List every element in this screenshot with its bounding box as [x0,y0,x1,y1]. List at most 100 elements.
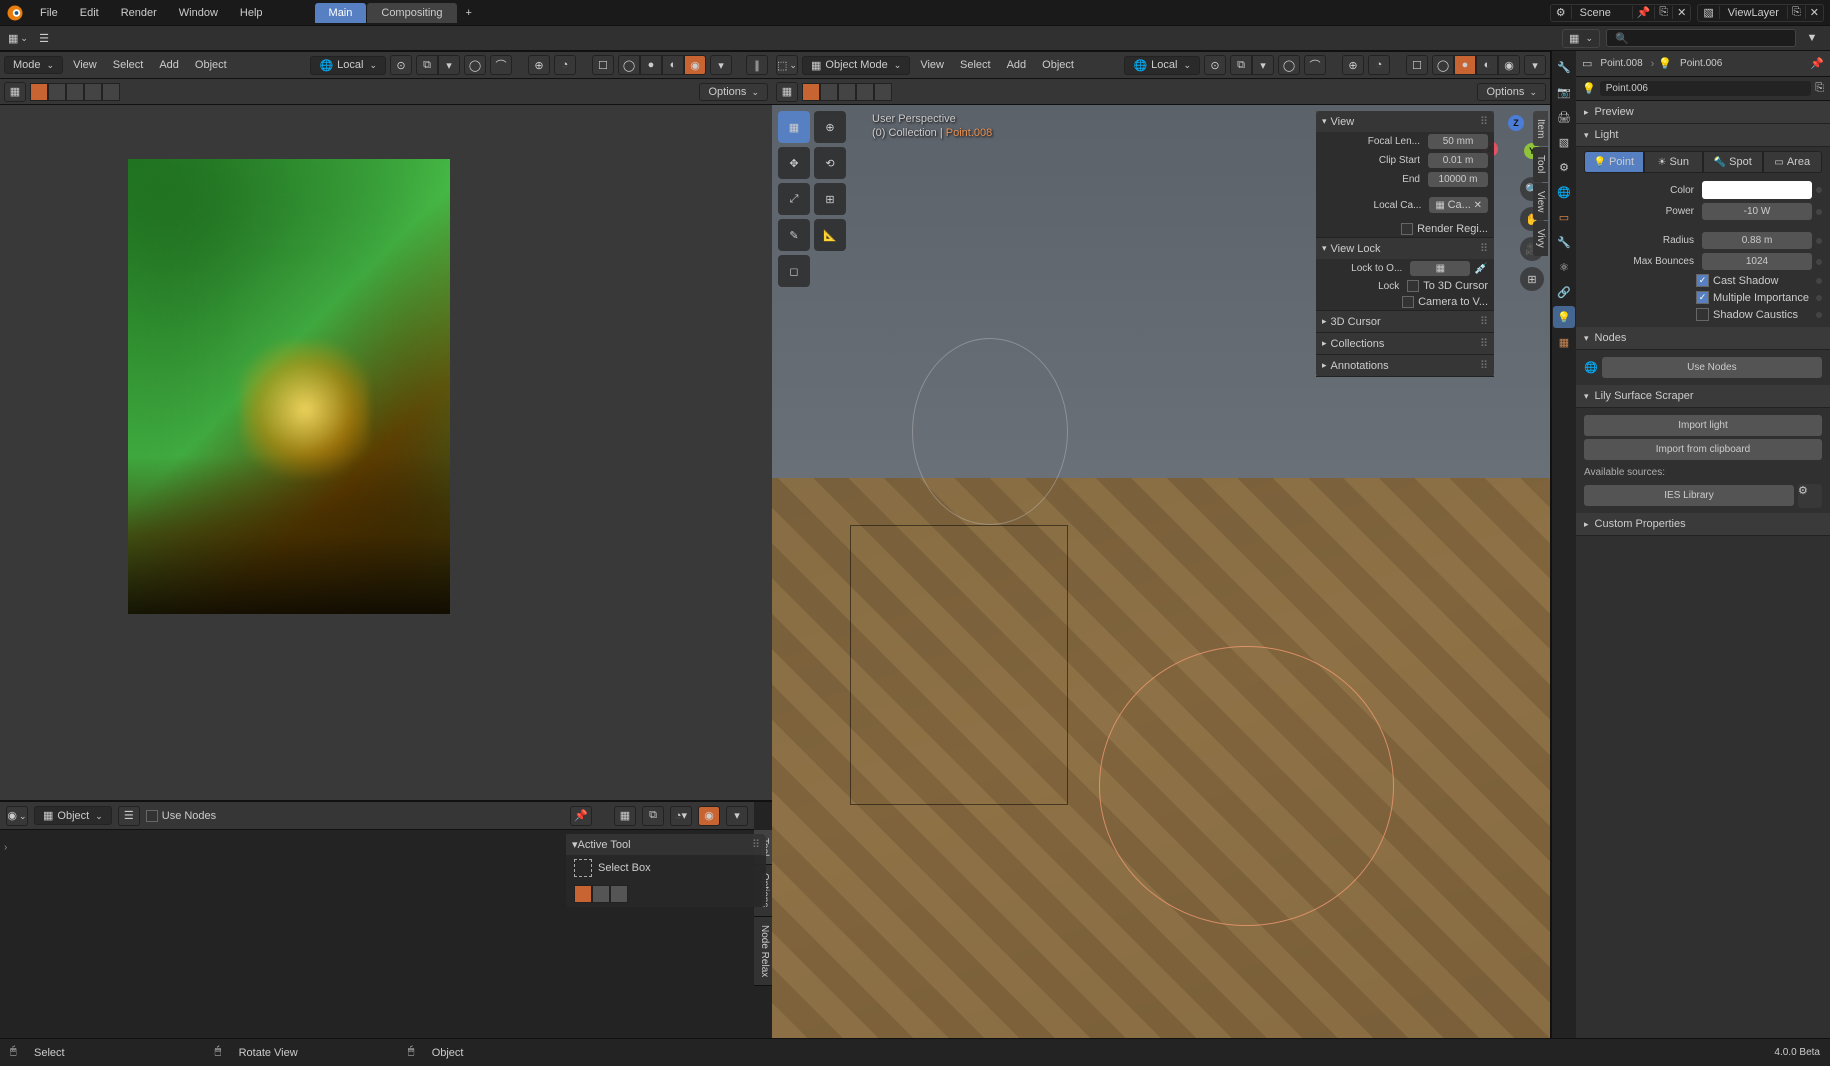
orientation-dropdown-right[interactable]: 🌐 Local [1124,56,1200,75]
left-viewport-body[interactable] [0,105,772,800]
lock-to-object-field[interactable]: ▦ [1410,261,1470,276]
panel-light-header[interactable]: ▾Light [1576,124,1830,147]
tool-cursor-icon[interactable]: ▦ [4,82,26,102]
ies-library-button[interactable]: IES Library [1584,485,1794,506]
prop-tab-modifier[interactable]: 🔧 [1553,231,1575,253]
shading-rendered-left[interactable]: ◉ [684,55,706,75]
datablock-new-button[interactable]: ⎘ [1815,82,1824,95]
menu-edit[interactable]: Edit [70,4,109,22]
pivot-button-left[interactable]: ⊙ [390,55,412,75]
menu-select-left[interactable]: Select [107,57,150,73]
light-type-area[interactable]: ▭ Area [1763,151,1823,173]
prop-tab-render[interactable]: 📷 [1553,81,1575,103]
scene-selector[interactable]: ⚙ Scene 📌 ⎘ ✕ [1550,4,1692,22]
prop-tab-tool[interactable]: 🔧 [1553,56,1575,78]
panel-lily-header[interactable]: ▾Lily Surface Scraper [1576,385,1830,408]
select-mode-1[interactable] [30,83,48,101]
select-mode-5[interactable] [102,83,120,101]
npanel-viewlock-header[interactable]: ▾View Lock⠿ [1316,238,1494,259]
npanel-tab-view[interactable]: View [1533,183,1548,221]
prop-tab-viewlayer[interactable]: ▧ [1553,131,1575,153]
shade-drop-right[interactable]: ▾ [1524,55,1546,75]
menu-file[interactable]: File [30,4,68,22]
prop-fall-right[interactable]: ⌒ [1304,55,1326,75]
panel-customprops-header[interactable]: ▸Custom Properties [1576,513,1830,536]
prop-tab-constraint[interactable]: 🔗 [1553,281,1575,303]
render-region-checkbox[interactable] [1401,223,1413,235]
panel-preview-header[interactable]: ▸Preview [1576,101,1830,124]
multiple-importance-checkbox[interactable] [1696,291,1709,304]
local-camera-field[interactable]: ▦ Ca... ✕ [1429,197,1488,213]
scene-pin-icon[interactable]: 📌 [1632,6,1655,19]
datablock-name-field[interactable]: Point.006 [1600,81,1811,96]
node-caret-icon[interactable]: › [4,842,7,853]
camera-to-view-checkbox[interactable] [1402,296,1414,308]
clip-end-field[interactable]: 10000 m [1428,172,1488,187]
use-nodes-button[interactable]: Use Nodes [1602,357,1822,378]
outliner-filter-button[interactable]: ▼ [1802,28,1822,48]
shading-solid-left[interactable]: ● [640,55,662,75]
snap-toggle-left[interactable]: ⧉ [416,55,438,75]
node-snap2[interactable]: ⧉ [642,806,664,826]
gizmo-toggle-left[interactable]: ⊕ [528,55,550,75]
xray-toggle-left[interactable]: ☐ [592,55,614,75]
perspective-toggle-button[interactable]: ⊞ [1520,267,1544,291]
scene-delete-button[interactable]: ✕ [1672,6,1690,19]
scene-name[interactable]: Scene [1572,7,1632,19]
options-dropdown-left[interactable]: Options [699,83,768,101]
axis-z-icon[interactable]: Z [1508,115,1524,131]
shading-wireframe-left[interactable]: ◯ [618,55,640,75]
shade-wire-right[interactable]: ◯ [1432,55,1454,75]
shade-render-right[interactable]: ◉ [1498,55,1520,75]
workspace-tab-main[interactable]: Main [315,3,367,23]
editor-type-right[interactable]: ⬚ [776,55,798,75]
use-nodes-checkbox[interactable] [146,810,158,822]
select-mode-extend[interactable] [592,885,610,903]
node-slot-icon[interactable]: ☰ [118,806,140,826]
shade-solid-right[interactable]: ● [1454,55,1476,75]
node-pin-button[interactable]: 📌 [570,806,592,826]
snap-toggle-right[interactable]: ⧉ [1230,55,1252,75]
scene-new-button[interactable]: ⎘ [1654,6,1672,19]
datablock-light-icon[interactable]: 💡 [1582,82,1596,95]
menu-object-right[interactable]: Object [1036,57,1080,73]
viewlayer-selector[interactable]: ▧ ViewLayer ⎘ ✕ [1697,4,1824,22]
pause-render-left[interactable]: ∥ [746,55,768,75]
prop-tab-world[interactable]: 🌐 [1553,181,1575,203]
select-mode-3[interactable] [66,83,84,101]
select-mode-subtract[interactable] [610,885,628,903]
eyedropper-icon[interactable]: 💉 [1474,262,1488,275]
menu-add-right[interactable]: Add [1001,57,1033,73]
lock-3dcursor-checkbox[interactable] [1407,280,1419,292]
npanel-collections-header[interactable]: ▸Collections⠿ [1316,333,1494,354]
workspace-tab-compositing[interactable]: Compositing [367,3,456,23]
import-light-button[interactable]: Import light [1584,415,1822,436]
menu-object-left[interactable]: Object [189,57,233,73]
sel-mode-r5[interactable] [874,83,892,101]
focal-length-field[interactable]: 50 mm [1428,134,1488,149]
node-object-dropdown[interactable]: ▦ Object [34,806,112,825]
breadcrumb-object[interactable]: Point.008 [1596,56,1646,71]
ies-settings-button[interactable]: ⚙ [1798,484,1822,508]
menu-render[interactable]: Render [111,4,167,22]
npanel-annotations-header[interactable]: ▸Annotations⠿ [1316,355,1494,376]
menu-select-right[interactable]: Select [954,57,997,73]
overlay-right[interactable]: ◔ [1368,55,1390,75]
light-power-field[interactable]: -10 W [1702,203,1812,220]
select-mode-4[interactable] [84,83,102,101]
tool-transform[interactable]: ⊞ [814,183,846,215]
select-mode-set[interactable] [574,885,592,903]
cast-shadow-checkbox[interactable] [1696,274,1709,287]
sel-mode-r3[interactable] [838,83,856,101]
menu-help[interactable]: Help [230,4,273,22]
panel-nodes-header[interactable]: ▾Nodes [1576,327,1830,350]
tool-cursor[interactable]: ⊕ [814,111,846,143]
node-editor-type-dropdown[interactable]: ◉ [6,806,28,826]
prop-tab-object[interactable]: ▭ [1553,206,1575,228]
sel-mode-r2[interactable] [820,83,838,101]
xray-right[interactable]: ☐ [1406,55,1428,75]
breadcrumb-data[interactable]: Point.006 [1676,56,1726,71]
light-type-sun[interactable]: ☀ Sun [1644,151,1704,173]
prop-tab-texture[interactable]: ▦ [1553,331,1575,353]
prop-edit-right[interactable]: ◯ [1278,55,1300,75]
